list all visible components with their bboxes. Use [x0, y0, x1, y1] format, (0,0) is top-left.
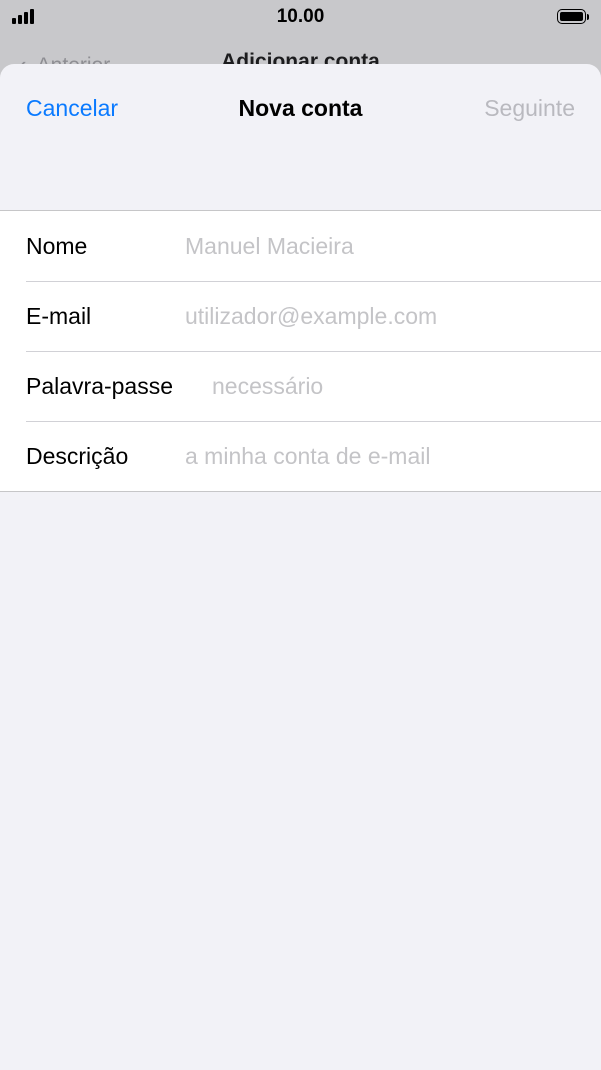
form-row-email: E-mail — [0, 281, 601, 351]
description-label: Descrição — [26, 442, 129, 469]
name-label: Nome — [26, 232, 88, 259]
password-field[interactable] — [212, 363, 582, 409]
form-row-password: Palavra-passe — [0, 351, 601, 421]
account-form: Nome E-mail Palavra-passe Descrição — [0, 210, 601, 492]
cancel-button[interactable]: Cancelar — [26, 95, 118, 122]
email-label: E-mail — [26, 302, 92, 329]
status-bar: 10.00 — [0, 0, 601, 34]
new-account-sheet: Cancelar Nova conta Seguinte Nome E-mail… — [0, 64, 601, 1070]
form-row-description: Descrição — [0, 421, 601, 491]
status-time: 10.00 — [276, 6, 325, 27]
password-label: Palavra-passe — [26, 372, 174, 399]
next-button[interactable]: Seguinte — [484, 95, 575, 122]
sheet-nav-bar: Cancelar Nova conta Seguinte — [0, 64, 601, 154]
battery-icon — [557, 7, 591, 27]
email-field[interactable] — [185, 293, 585, 339]
description-field[interactable] — [185, 433, 585, 479]
form-row-name: Nome — [0, 211, 601, 281]
name-field[interactable] — [185, 223, 585, 269]
